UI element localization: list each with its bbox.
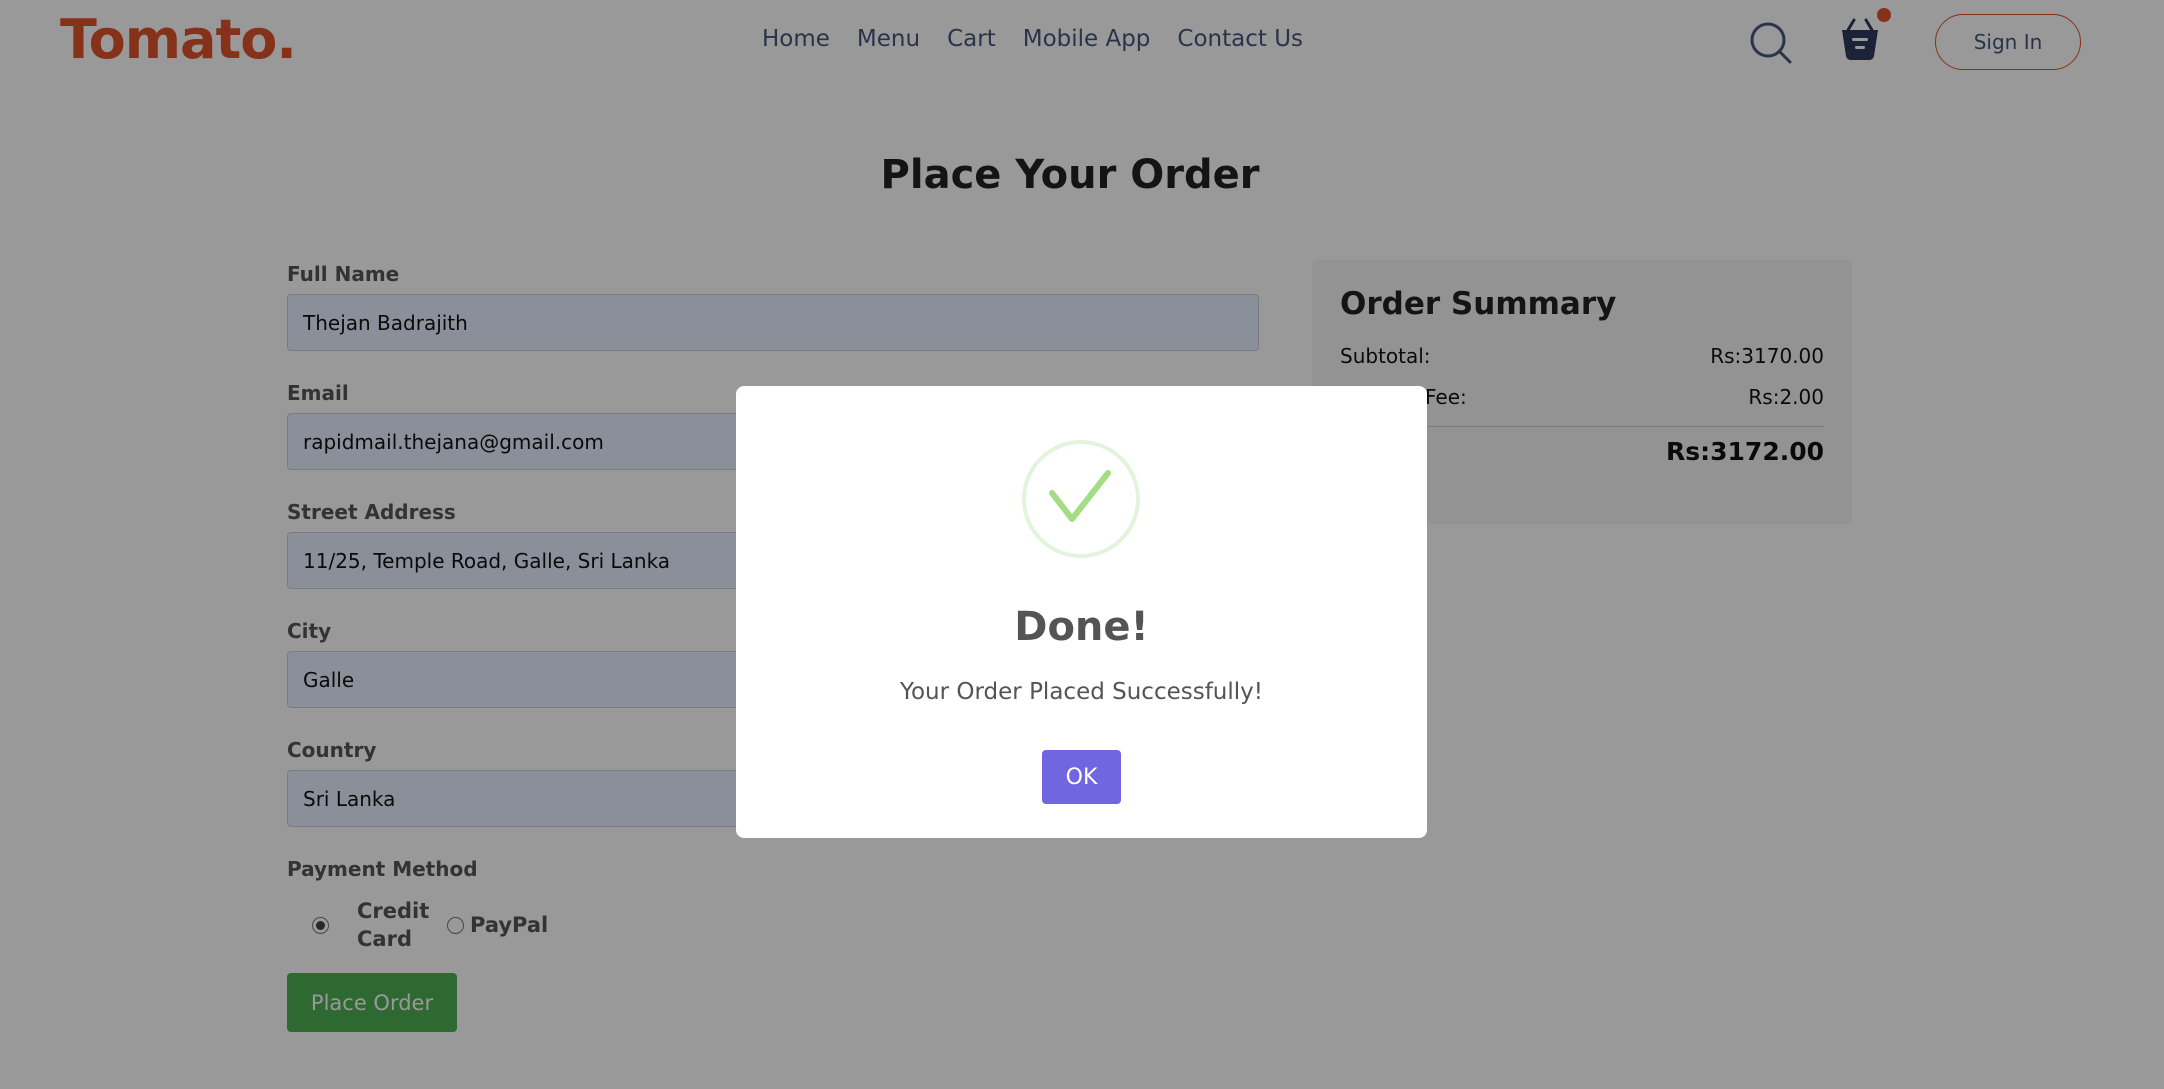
dialog-title: Done!: [1014, 604, 1149, 650]
dialog-message: Your Order Placed Successfully!: [899, 679, 1263, 705]
success-check-icon: [1022, 440, 1140, 558]
ok-button[interactable]: OK: [1042, 750, 1121, 804]
success-dialog: Done! Your Order Placed Successfully! OK: [736, 386, 1427, 838]
